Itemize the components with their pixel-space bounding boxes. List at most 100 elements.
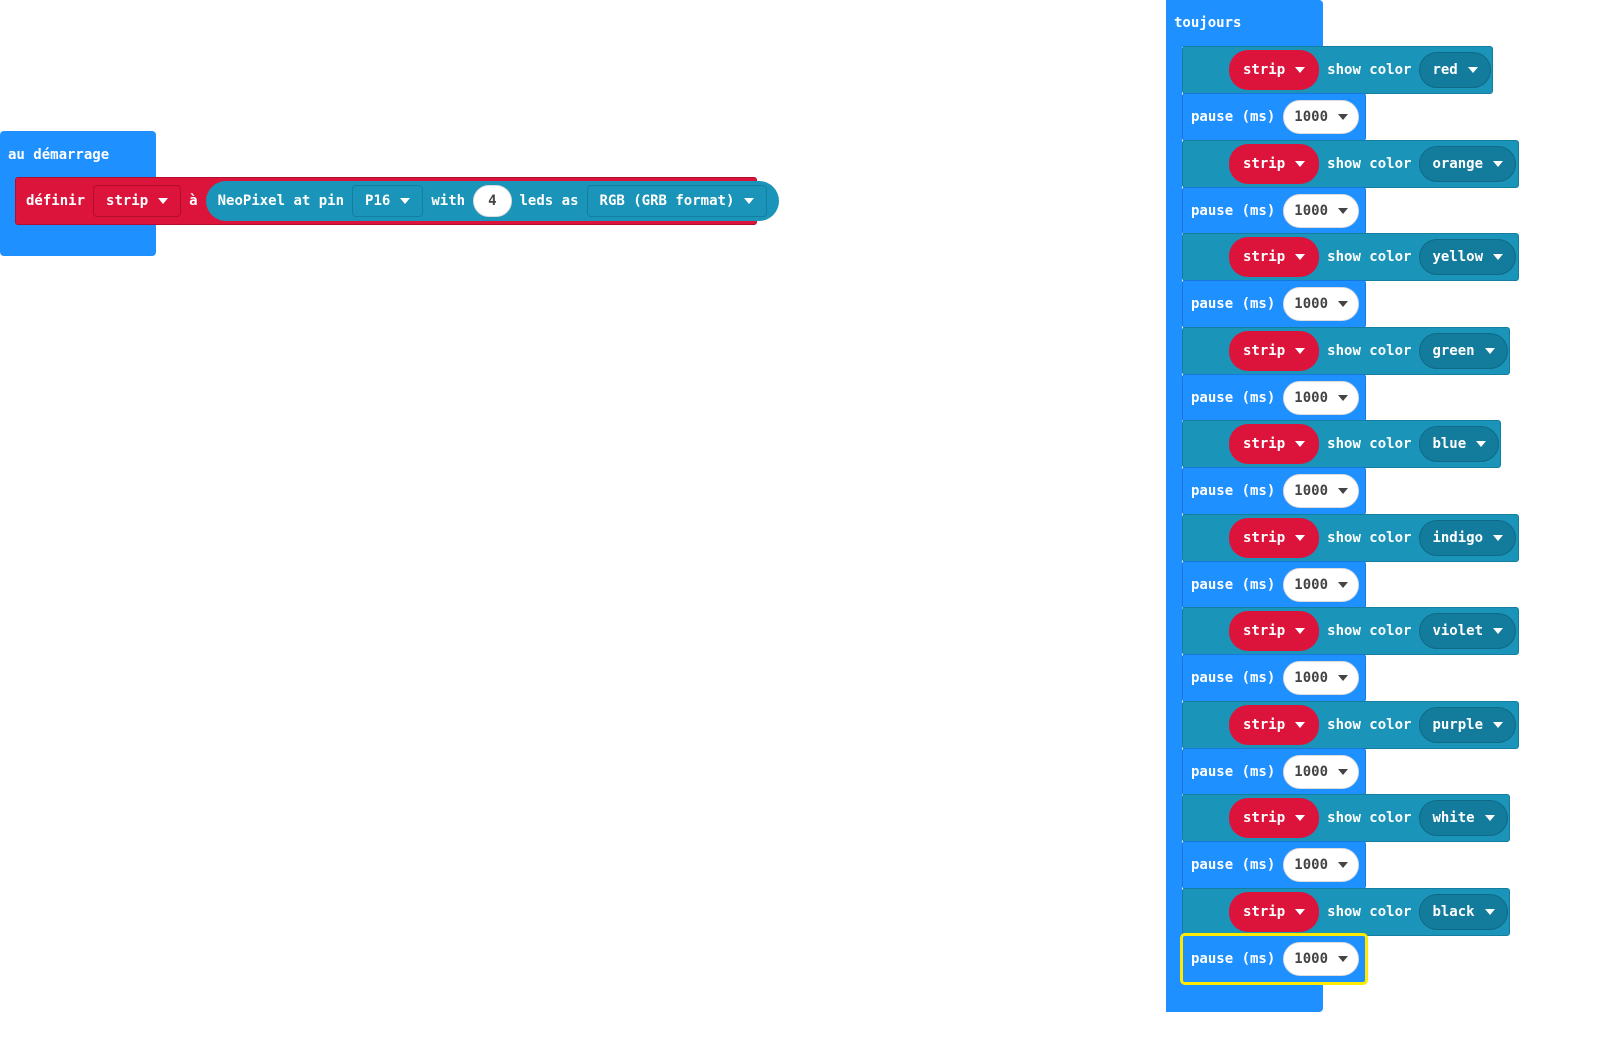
show-color-label: show color: [1327, 343, 1412, 359]
set-strip-block[interactable]: définir strip à NeoPixel at pin P16 with…: [15, 177, 780, 225]
strip-variable-name: strip: [1243, 530, 1286, 546]
strip-variable-dropdown[interactable]: strip: [1229, 798, 1320, 838]
pause-duration-dropdown[interactable]: 1000: [1283, 194, 1360, 228]
leds-as-label: leds as: [519, 193, 579, 209]
chevron-down-icon: [1338, 582, 1349, 588]
strip-variable-name: strip: [1243, 717, 1286, 733]
pause-duration-dropdown[interactable]: 1000: [1283, 568, 1360, 602]
color-value: orange: [1432, 156, 1484, 172]
color-dropdown[interactable]: black: [1419, 894, 1508, 930]
show-color-label: show color: [1327, 623, 1412, 639]
strip-variable-name: strip: [1243, 904, 1286, 920]
strip-variable-dropdown[interactable]: strip: [1229, 331, 1320, 371]
color-value: violet: [1432, 623, 1484, 639]
color-dropdown[interactable]: purple: [1419, 707, 1517, 743]
pause-block[interactable]: pause (ms) 1000: [1180, 933, 1368, 985]
show-color-block[interactable]: strip show color green: [1182, 327, 1510, 375]
strip-variable-dropdown[interactable]: strip: [1229, 705, 1320, 745]
show-color-block[interactable]: strip show color yellow: [1182, 233, 1519, 281]
strip-variable-name: strip: [1243, 623, 1286, 639]
chevron-down-icon: [1295, 722, 1306, 728]
leds-count-input[interactable]: 4: [473, 185, 512, 217]
chevron-down-icon: [1338, 675, 1349, 681]
color-dropdown[interactable]: violet: [1419, 613, 1517, 649]
show-color-block[interactable]: strip show color black: [1182, 888, 1510, 936]
format-dropdown[interactable]: RGB (GRB format): [586, 185, 768, 217]
show-color-block[interactable]: strip show color violet: [1182, 607, 1519, 655]
pause-duration-dropdown[interactable]: 1000: [1283, 381, 1360, 415]
pause-duration-dropdown[interactable]: 1000: [1283, 474, 1360, 508]
neopixel-create-block[interactable]: NeoPixel at pin P16 with 4 leds as RGB (…: [205, 181, 780, 221]
pause-duration-dropdown[interactable]: 1000: [1283, 942, 1360, 976]
show-color-block[interactable]: strip show color purple: [1182, 701, 1519, 749]
strip-variable-dropdown[interactable]: strip: [1229, 892, 1320, 932]
strip-variable-dropdown[interactable]: strip: [1229, 50, 1320, 90]
pause-block[interactable]: pause (ms) 1000: [1182, 187, 1366, 235]
chevron-down-icon: [1295, 909, 1306, 915]
chevron-down-icon: [1295, 441, 1306, 447]
show-color-block[interactable]: strip show color indigo: [1182, 514, 1519, 562]
show-color-block[interactable]: strip show color red: [1182, 46, 1493, 94]
color-dropdown[interactable]: green: [1419, 333, 1508, 369]
show-color-block[interactable]: strip show color blue: [1182, 420, 1501, 468]
pause-block[interactable]: pause (ms) 1000: [1182, 374, 1366, 422]
pause-label: pause (ms): [1191, 390, 1276, 406]
color-value: black: [1432, 904, 1475, 920]
strip-variable-dropdown[interactable]: strip: [1229, 518, 1320, 558]
chevron-down-icon: [1338, 488, 1349, 494]
pause-label: pause (ms): [1191, 951, 1276, 967]
pause-label: pause (ms): [1191, 764, 1276, 780]
pause-duration-dropdown[interactable]: 1000: [1283, 661, 1360, 695]
strip-variable-dropdown[interactable]: strip: [1229, 611, 1320, 651]
show-color-block[interactable]: strip show color white: [1182, 794, 1510, 842]
chevron-down-icon: [1338, 395, 1349, 401]
variable-dropdown[interactable]: strip: [93, 185, 182, 217]
color-dropdown[interactable]: orange: [1419, 146, 1517, 182]
pause-block[interactable]: pause (ms) 1000: [1182, 841, 1366, 889]
chevron-down-icon: [1493, 722, 1504, 728]
pause-duration-value: 1000: [1294, 109, 1329, 125]
pause-duration-value: 1000: [1294, 951, 1329, 967]
pause-block[interactable]: pause (ms) 1000: [1182, 467, 1366, 515]
color-value: green: [1432, 343, 1475, 359]
pause-block[interactable]: pause (ms) 1000: [1182, 654, 1366, 702]
strip-variable-name: strip: [1243, 62, 1286, 78]
pause-duration-dropdown[interactable]: 1000: [1283, 287, 1360, 321]
pause-block[interactable]: pause (ms) 1000: [1182, 93, 1366, 141]
color-dropdown[interactable]: yellow: [1419, 239, 1517, 275]
chevron-down-icon: [1467, 67, 1478, 73]
color-dropdown[interactable]: blue: [1419, 426, 1500, 462]
pause-block[interactable]: pause (ms) 1000: [1182, 748, 1366, 796]
forever-footer: [1166, 982, 1323, 1012]
forever-block[interactable]: toujours: [1166, 0, 1323, 47]
pause-duration-value: 1000: [1294, 577, 1329, 593]
variable-name: strip: [106, 193, 149, 209]
chevron-down-icon: [1295, 815, 1306, 821]
pause-block[interactable]: pause (ms) 1000: [1182, 561, 1366, 609]
color-dropdown[interactable]: indigo: [1419, 520, 1517, 556]
pause-duration-dropdown[interactable]: 1000: [1283, 100, 1360, 134]
chevron-down-icon: [1338, 862, 1349, 868]
pause-duration-dropdown[interactable]: 1000: [1283, 755, 1360, 789]
chevron-down-icon: [158, 198, 169, 204]
strip-variable-dropdown[interactable]: strip: [1229, 237, 1320, 277]
color-dropdown[interactable]: red: [1419, 52, 1491, 88]
chevron-down-icon: [1493, 254, 1504, 260]
strip-variable-name: strip: [1243, 436, 1286, 452]
strip-variable-name: strip: [1243, 156, 1286, 172]
chevron-down-icon: [1484, 348, 1495, 354]
pause-label: pause (ms): [1191, 577, 1276, 593]
show-color-label: show color: [1327, 156, 1412, 172]
pause-duration-dropdown[interactable]: 1000: [1283, 848, 1360, 882]
strip-variable-dropdown[interactable]: strip: [1229, 424, 1320, 464]
pause-label: pause (ms): [1191, 857, 1276, 873]
set-keyword: définir: [26, 193, 86, 209]
color-dropdown[interactable]: white: [1419, 800, 1508, 836]
chevron-down-icon: [1295, 161, 1306, 167]
pin-dropdown[interactable]: P16: [352, 185, 424, 217]
pause-block[interactable]: pause (ms) 1000: [1182, 280, 1366, 328]
show-color-block[interactable]: strip show color orange: [1182, 140, 1519, 188]
chevron-down-icon: [1338, 301, 1349, 307]
chevron-down-icon: [1338, 208, 1349, 214]
strip-variable-dropdown[interactable]: strip: [1229, 144, 1320, 184]
